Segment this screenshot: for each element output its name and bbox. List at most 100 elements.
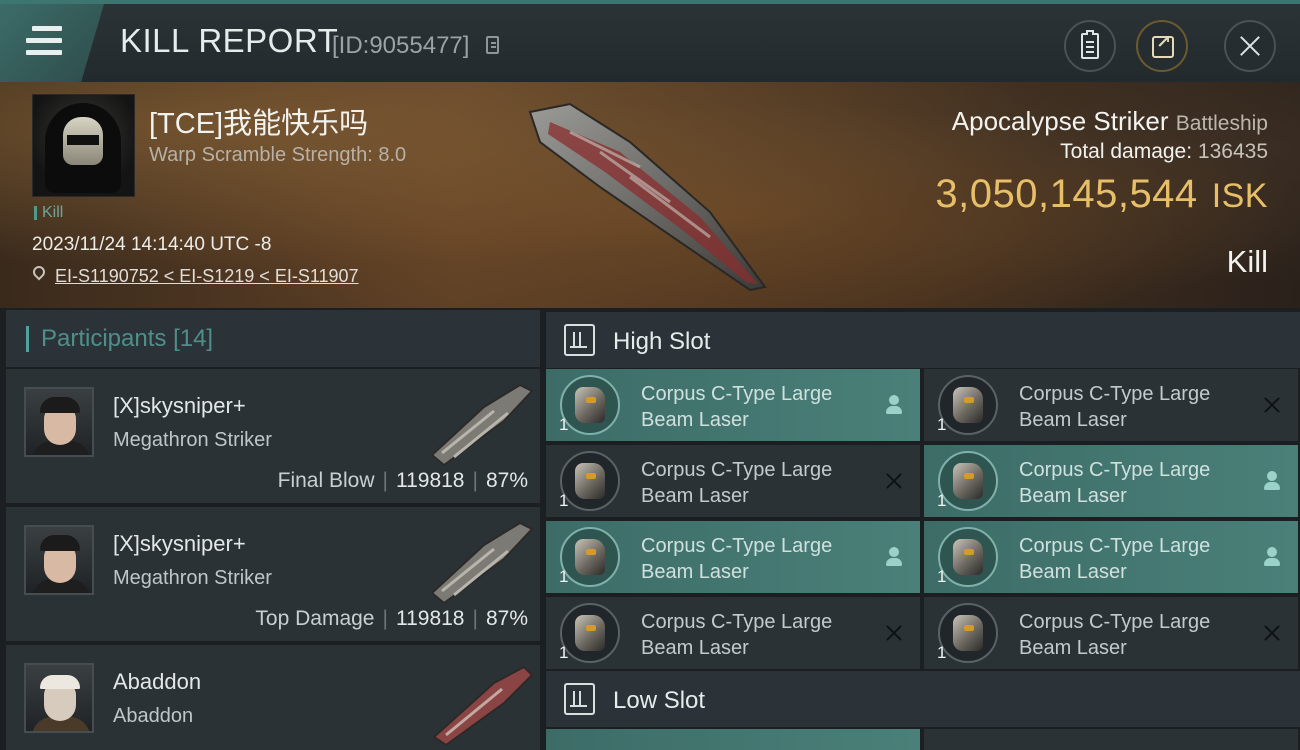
participant-row[interactable]: [X]skysniper+ Megathron Striker Top Dama… (6, 507, 540, 641)
participant-avatar (24, 663, 94, 733)
kill-datetime: 2023/11/24 14:14:40 UTC -8 (32, 234, 272, 255)
copy-id-icon[interactable] (486, 36, 499, 54)
module-card[interactable]: 1 Corpus C-Type Large Beam Laser (924, 597, 1298, 669)
participant-stats: Top Damage | 119818 | 87% (255, 607, 528, 630)
module-card[interactable]: 1 Corpus C-Type Large Beam Laser (546, 445, 920, 517)
low-slot-header: Low Slot (546, 671, 1300, 727)
victim-ship-name: Apocalypse Striker Battleship (952, 106, 1268, 137)
total-damage-value: 136435 (1197, 140, 1268, 163)
location-link[interactable]: EI-S1190752 < EI-S1219 < EI-S11907 (55, 266, 359, 287)
location-pin-icon (30, 263, 48, 281)
participant-avatar (24, 387, 94, 457)
beam-laser-icon (938, 451, 998, 511)
module-card[interactable]: 1 Corpus C-Type Large Beam Laser (546, 369, 920, 441)
destroyed-x-icon (884, 471, 904, 491)
victim-banner: [TCE]我能快乐吗 Warp Scramble Strength: 8.0 K… (0, 82, 1300, 308)
module-card[interactable]: 1 Corpus C-Type Large Beam Laser (924, 445, 1298, 517)
page-title: KILL REPORT (120, 22, 339, 59)
module-name: Corpus C-Type Large Beam Laser (1019, 535, 1211, 583)
destroyed-x-icon (1262, 395, 1282, 415)
module-card[interactable]: 1 Corpus C-Type Large Beam Laser (546, 597, 920, 669)
low-slot-label: Low Slot (613, 687, 706, 714)
ship-class-text: Battleship (1175, 112, 1268, 135)
participant-name: [X]skysniper+ (113, 393, 246, 418)
destroyed-x-icon (1262, 623, 1282, 643)
module-quantity: 1 (937, 643, 947, 662)
participant-stats: Final Blow | 119818 | 87% (277, 469, 528, 492)
participant-row[interactable]: Abaddon Abaddon (6, 645, 540, 750)
fitted-person-icon (884, 547, 904, 567)
participants-panel: Participants [14] [X]skysniper+ Megathro… (6, 310, 540, 750)
module-quantity: 1 (559, 491, 569, 510)
total-damage: Total damage: 136435 (1060, 140, 1268, 164)
victim-ship-image (528, 102, 767, 292)
kill-tag: Kill (34, 205, 63, 221)
warp-scramble-strength: Warp Scramble Strength: 8.0 (149, 144, 407, 166)
beam-laser-icon (560, 451, 620, 511)
destroyed-x-icon (884, 623, 904, 643)
module-card[interactable] (546, 729, 920, 750)
isk-amount: 3,050,145,544 (935, 172, 1198, 216)
module-card[interactable]: 1 Corpus C-Type Large Beam Laser (924, 369, 1298, 441)
module-quantity: 1 (559, 415, 569, 434)
participant-ship: Megathron Striker (113, 429, 272, 451)
low-slot-icon (564, 683, 595, 715)
module-name: Corpus C-Type Large Beam Laser (641, 535, 833, 583)
share-icon (1152, 32, 1174, 58)
module-name: Corpus C-Type Large Beam Laser (641, 383, 833, 431)
module-name: Corpus C-Type Large Beam Laser (1019, 611, 1211, 659)
ship-name-text: Apocalypse Striker (951, 106, 1169, 136)
module-quantity: 1 (559, 643, 569, 662)
participant-ship-image (430, 521, 534, 605)
high-slot-header: High Slot (546, 312, 1300, 368)
module-quantity: 1 (937, 491, 947, 510)
close-icon (1226, 22, 1274, 70)
menu-button[interactable] (0, 4, 104, 82)
participant-ship-image (430, 383, 534, 467)
fitted-person-icon (1262, 547, 1282, 567)
participants-header: Participants [14] (6, 310, 540, 367)
victim-portrait[interactable] (32, 94, 135, 197)
module-card[interactable]: 1 Corpus C-Type Large Beam Laser (924, 521, 1298, 593)
header-accent-bar (26, 326, 29, 352)
clipboard-icon (1081, 30, 1099, 59)
beam-laser-icon (560, 603, 620, 663)
module-name: Corpus C-Type Large Beam Laser (1019, 383, 1211, 431)
module-name: Corpus C-Type Large Beam Laser (1019, 459, 1211, 507)
beam-laser-icon (938, 603, 998, 663)
participant-avatar (24, 525, 94, 595)
module-quantity: 1 (559, 567, 569, 586)
beam-laser-icon (560, 527, 620, 587)
participant-name: [X]skysniper+ (113, 531, 246, 556)
participant-name: Abaddon (113, 669, 202, 694)
beam-laser-icon (560, 375, 620, 435)
beam-laser-icon (938, 527, 998, 587)
isk-unit: ISK (1211, 177, 1268, 215)
beam-laser-icon (938, 375, 998, 435)
module-name: Corpus C-Type Large Beam Laser (641, 611, 833, 659)
module-quantity: 1 (937, 415, 947, 434)
fitted-person-icon (884, 395, 904, 415)
menu-icon (26, 26, 62, 62)
report-id: [ID:9055477] (332, 32, 470, 59)
fitted-person-icon (1262, 471, 1282, 491)
module-card[interactable] (924, 729, 1298, 750)
participant-ship: Abaddon (113, 705, 194, 727)
participant-ship: Megathron Striker (113, 567, 272, 589)
victim-pilot-name[interactable]: [TCE]我能快乐吗 (149, 100, 368, 142)
high-slot-label: High Slot (613, 328, 711, 355)
close-button[interactable] (1224, 20, 1276, 72)
result-label: Kill (1226, 244, 1268, 279)
module-card[interactable]: 1 Corpus C-Type Large Beam Laser (546, 521, 920, 593)
share-button[interactable] (1136, 20, 1188, 72)
participants-title: Participants [14] (41, 325, 214, 352)
clipboard-button[interactable] (1064, 20, 1116, 72)
module-name: Corpus C-Type Large Beam Laser (641, 459, 833, 507)
high-slot-icon (564, 324, 595, 356)
participant-row[interactable]: [X]skysniper+ Megathron Striker Final Bl… (6, 369, 540, 503)
isk-value: 3,050,145,544 ISK (935, 172, 1268, 217)
total-damage-label: Total damage: (1060, 140, 1193, 163)
module-quantity: 1 (937, 567, 947, 586)
participant-ship-image (432, 665, 534, 745)
title-bar: KILL REPORT [ID:9055477] (0, 0, 1300, 82)
